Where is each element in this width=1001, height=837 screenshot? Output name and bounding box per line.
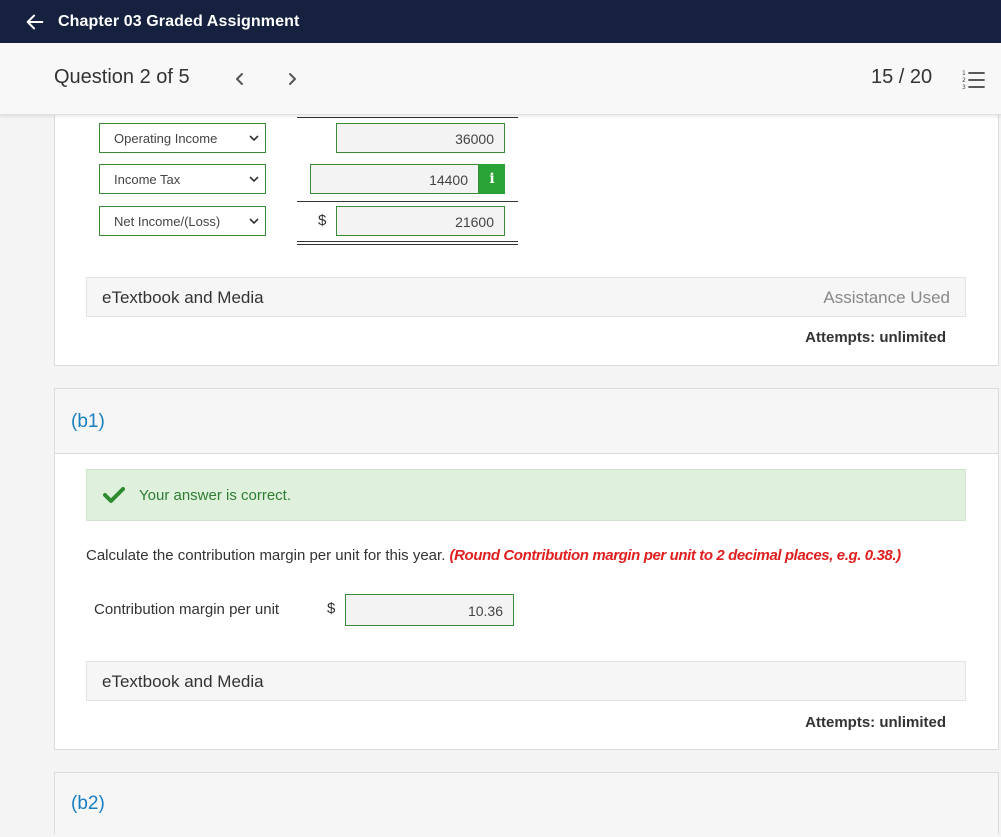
contribution-margin-input[interactable]: 10.36 <box>345 594 514 626</box>
feedback-message: Your answer is correct. <box>139 487 292 504</box>
chevron-down-icon <box>249 218 259 225</box>
row-label-select-3[interactable]: Net Income/(Loss) <box>99 206 266 236</box>
correct-feedback: Your answer is correct. <box>86 469 966 521</box>
part-a-card: Operating Income 36000 Income Tax 14400 … <box>54 100 999 366</box>
top-rule <box>297 117 518 118</box>
chevron-right-icon[interactable] <box>280 67 304 91</box>
amount-input-1[interactable]: 36000 <box>336 123 505 153</box>
dollar-sign: $ <box>327 600 336 617</box>
part-b1-card: (b1) Your answer is correct. Calculate t… <box>54 388 999 750</box>
top-header: Chapter 03 Graded Assignment <box>0 0 1001 43</box>
row-label-select-2[interactable]: Income Tax <box>99 164 266 194</box>
instruction-text: Calculate the contribution margin per un… <box>86 547 901 564</box>
row-label-select-1[interactable]: Operating Income <box>99 123 266 153</box>
checkmark-icon <box>103 487 125 503</box>
subtotal-rule <box>297 201 518 202</box>
amount-input-3[interactable]: 21600 <box>336 206 505 236</box>
rounding-note: (Round Contribution margin per unit to 2… <box>449 547 902 564</box>
field-label: Contribution margin per unit <box>94 601 280 618</box>
amount-input-2[interactable]: 14400 <box>310 164 479 194</box>
etextbook-media-panel[interactable]: eTextbook and Media <box>86 661 966 701</box>
part-b1-header[interactable]: (b1) <box>55 389 998 454</box>
svg-text:1: 1 <box>962 70 966 77</box>
part-label: (b1) <box>71 411 105 432</box>
svg-text:3: 3 <box>962 84 966 91</box>
part-b2-header[interactable]: (b2) <box>55 773 998 837</box>
part-label: (b2) <box>71 793 105 814</box>
info-icon[interactable]: i <box>479 164 505 194</box>
chevron-down-icon <box>249 135 259 142</box>
total-double-rule-2 <box>297 244 518 245</box>
assistance-used: Assistance Used <box>823 288 950 307</box>
dollar-sign: $ <box>318 212 327 229</box>
etextbook-link[interactable]: eTextbook and Media <box>102 672 264 692</box>
question-nav-bar: Question 2 of 5 15 / 20 1 2 3 <box>0 43 1001 115</box>
chevron-down-icon <box>249 176 259 183</box>
question-label: Question 2 of 5 <box>54 66 190 88</box>
etextbook-media-panel[interactable]: eTextbook and Media Assistance Used <box>86 277 966 317</box>
etextbook-link[interactable]: eTextbook and Media <box>102 288 264 308</box>
attempts-label: Attempts: unlimited <box>805 329 946 346</box>
svg-text:2: 2 <box>962 77 966 84</box>
assignment-title: Chapter 03 Graded Assignment <box>58 12 300 30</box>
back-arrow-icon[interactable] <box>24 11 46 33</box>
question-list-icon[interactable]: 1 2 3 <box>960 67 986 93</box>
chevron-left-icon[interactable] <box>228 67 252 91</box>
total-double-rule-1 <box>297 241 518 242</box>
score-display: 15 / 20 <box>871 66 933 88</box>
attempts-label: Attempts: unlimited <box>805 714 946 731</box>
part-b2-card: (b2) <box>54 772 999 837</box>
